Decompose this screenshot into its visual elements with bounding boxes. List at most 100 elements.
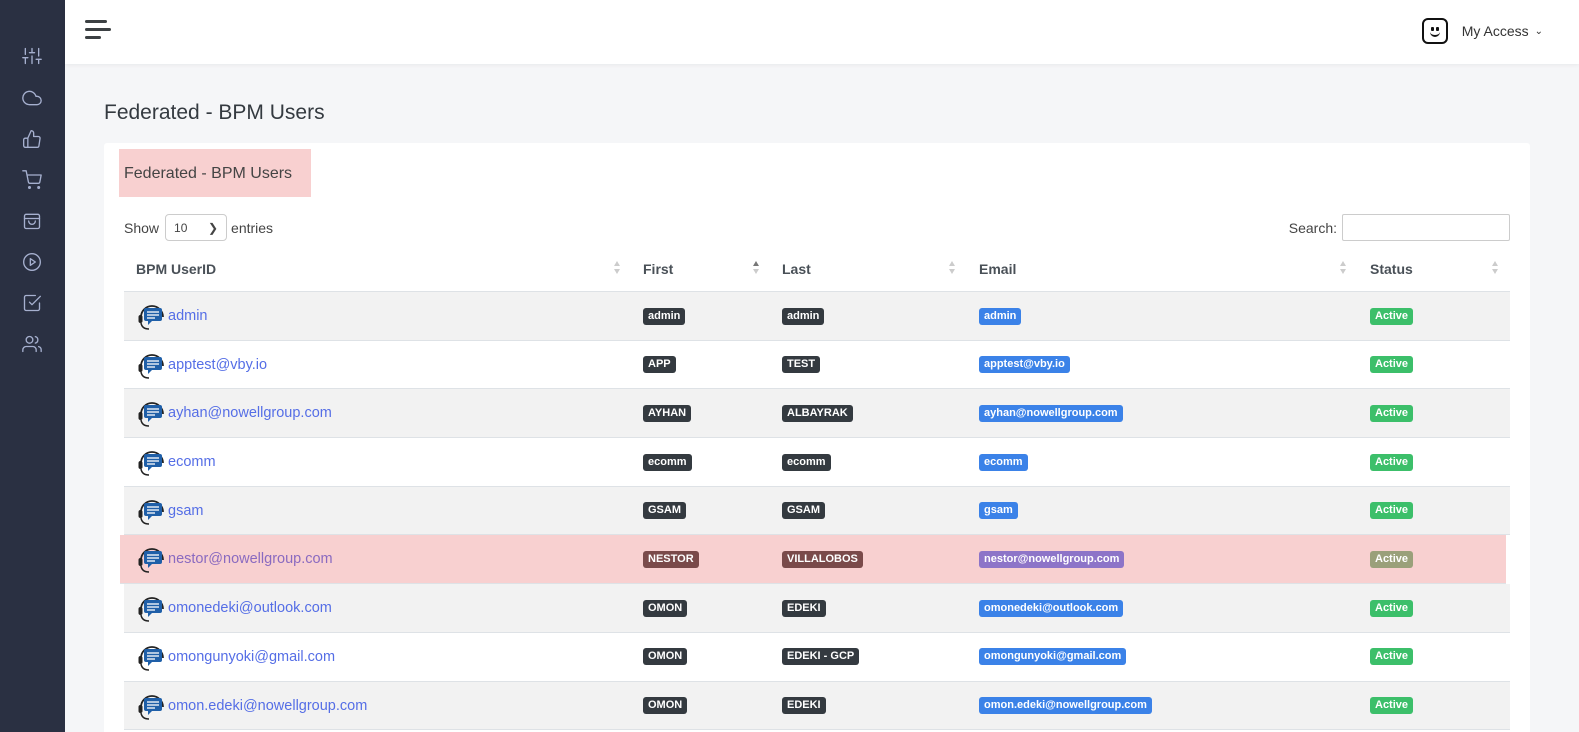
userid-cell: ayhan@nowellgroup.com bbox=[136, 389, 332, 437]
email-cell: omonedeki@outlook.com bbox=[979, 584, 1124, 632]
table-row[interactable]: omonedeki@outlook.com OMON EDEKI omonede… bbox=[124, 584, 1510, 633]
status-badge: Active bbox=[1370, 404, 1414, 422]
first-name-badge: OMON bbox=[643, 599, 688, 617]
userid-link[interactable]: ecomm bbox=[168, 454, 216, 470]
userid-link[interactable]: omon.edeki@nowellgroup.com bbox=[168, 698, 367, 714]
chevron-down-icon: ⌄ bbox=[1534, 25, 1543, 37]
email-badge: omon.edeki@nowellgroup.com bbox=[979, 697, 1152, 714]
cart-icon[interactable] bbox=[20, 168, 44, 192]
email-badge: admin bbox=[979, 307, 1022, 325]
userid-link[interactable]: apptest@vby.io bbox=[168, 357, 267, 373]
table-row[interactable]: apptest@vby.io APP TEST apptest@vby.io A… bbox=[124, 341, 1510, 390]
users-card: Federated - BPM Users Show 10 ❯ entries … bbox=[104, 143, 1530, 732]
status-cell: Active bbox=[1370, 292, 1414, 340]
entries-value: 10 bbox=[174, 220, 188, 235]
column-header-status[interactable]: Status bbox=[1370, 251, 1413, 291]
email-badge: gsam bbox=[979, 502, 1018, 520]
checkbox-icon[interactable] bbox=[20, 291, 44, 315]
search-input[interactable] bbox=[1342, 214, 1510, 241]
userid-cell: nestor@nowellgroup.com bbox=[136, 535, 333, 583]
last-name-badge: ALBAYRAK bbox=[782, 404, 853, 422]
status-badge: Active bbox=[1370, 697, 1414, 714]
topbar: My Access ⌄ bbox=[65, 0, 1579, 64]
last-cell: ALBAYRAK bbox=[782, 389, 853, 437]
sort-ascending-icon[interactable] bbox=[753, 261, 760, 275]
first-name-badge: NESTOR bbox=[643, 550, 699, 568]
userid-link[interactable]: nestor@nowellgroup.com bbox=[168, 551, 333, 567]
column-header-userid[interactable]: BPM UserID bbox=[136, 251, 216, 291]
userid-cell: omon.edeki@nowellgroup.com bbox=[136, 682, 367, 730]
first-cell: OMON bbox=[643, 682, 688, 730]
sort-icon[interactable] bbox=[949, 261, 956, 275]
user-menu[interactable]: My Access ⌄ bbox=[1421, 18, 1543, 44]
users-icon[interactable] bbox=[20, 332, 44, 356]
email-badge: omongunyoki@gmail.com bbox=[979, 648, 1127, 666]
last-cell: GSAM bbox=[782, 487, 825, 535]
table-row[interactable]: nestor@nowellgroup.com NESTOR VILLALOBOS… bbox=[120, 535, 1506, 585]
email-badge: apptest@vby.io bbox=[979, 356, 1070, 374]
card-title: Federated - BPM Users bbox=[124, 165, 293, 182]
table-row[interactable]: omon.edeki@nowellgroup.com OMON EDEKI om… bbox=[124, 681, 1510, 731]
last-name-badge: ecomm bbox=[782, 453, 831, 471]
table-row[interactable]: ecomm ecomm ecomm ecomm Active bbox=[124, 438, 1510, 487]
status-cell: Active bbox=[1370, 584, 1414, 632]
first-name-badge: APP bbox=[643, 356, 676, 374]
first-name-badge: GSAM bbox=[643, 502, 686, 520]
userid-link[interactable]: admin bbox=[168, 308, 208, 324]
userid-link[interactable]: gsam bbox=[168, 503, 203, 519]
status-badge: Active bbox=[1370, 550, 1414, 568]
menu-toggle-icon[interactable] bbox=[85, 20, 111, 42]
column-header-last[interactable]: Last bbox=[782, 251, 811, 291]
userid-cell: gsam bbox=[136, 487, 203, 535]
status-cell: Active bbox=[1370, 438, 1414, 486]
userid-link[interactable]: omonedeki@outlook.com bbox=[168, 600, 332, 616]
table-row[interactable]: ayhan@nowellgroup.com AYHAN ALBAYRAK ayh… bbox=[124, 389, 1510, 439]
table-row[interactable]: admin admin admin admin Active bbox=[124, 292, 1510, 341]
email-cell: admin bbox=[979, 292, 1022, 340]
table-header: BPM UserID First Last Email Status bbox=[124, 251, 1510, 292]
userid-link[interactable]: ayhan@nowellgroup.com bbox=[168, 405, 332, 421]
userid-cell: apptest@vby.io bbox=[136, 341, 267, 389]
first-name-badge: admin bbox=[643, 307, 686, 325]
column-header-label: Email bbox=[979, 261, 1017, 277]
sort-icon[interactable] bbox=[614, 261, 621, 275]
email-cell: omon.edeki@nowellgroup.com bbox=[979, 682, 1152, 730]
smiley-avatar-icon bbox=[1421, 18, 1448, 44]
status-cell: Active bbox=[1370, 487, 1414, 535]
userid-link[interactable]: omongunyoki@gmail.com bbox=[168, 649, 335, 665]
last-cell: VILLALOBOS bbox=[782, 535, 863, 583]
last-cell: EDEKI bbox=[782, 584, 826, 632]
first-cell: admin bbox=[643, 292, 686, 340]
table-row[interactable]: gsam GSAM GSAM gsam Active bbox=[124, 486, 1510, 536]
sort-icon[interactable] bbox=[1492, 261, 1499, 275]
table-row[interactable]: omongunyoki@gmail.com OMON EDEKI - GCP o… bbox=[124, 633, 1510, 682]
column-header-email[interactable]: Email bbox=[979, 251, 1016, 291]
sort-icon[interactable] bbox=[1340, 261, 1347, 275]
column-header-first[interactable]: First bbox=[643, 251, 673, 291]
sliders-icon[interactable] bbox=[20, 44, 44, 68]
last-name-badge: VILLALOBOS bbox=[782, 550, 863, 568]
email-cell: ecomm bbox=[979, 438, 1028, 486]
first-name-badge: ecomm bbox=[643, 453, 692, 471]
cloud-icon[interactable] bbox=[20, 86, 44, 110]
entries-length-control: Show 10 ❯ entries bbox=[124, 214, 273, 241]
column-header-label: First bbox=[643, 261, 674, 277]
last-cell: ecomm bbox=[782, 438, 831, 486]
support-chat-icon bbox=[138, 402, 164, 428]
support-chat-icon bbox=[138, 353, 164, 379]
first-cell: AYHAN bbox=[643, 389, 692, 437]
thumbs-up-icon[interactable] bbox=[20, 127, 44, 151]
email-badge: omonedeki@outlook.com bbox=[979, 599, 1124, 617]
chevron-down-icon: ❯ bbox=[207, 220, 219, 235]
last-cell: TEST bbox=[782, 341, 821, 389]
last-name-badge: TEST bbox=[782, 356, 821, 374]
entries-select[interactable]: 10 ❯ bbox=[165, 214, 228, 241]
first-cell: NESTOR bbox=[643, 535, 699, 583]
support-chat-icon bbox=[138, 305, 164, 330]
support-chat-icon bbox=[138, 499, 164, 525]
shopping-bag-icon[interactable] bbox=[20, 209, 44, 233]
first-cell: APP bbox=[643, 341, 676, 389]
last-name-badge: EDEKI bbox=[782, 697, 826, 714]
support-chat-icon bbox=[138, 548, 164, 574]
play-circle-icon[interactable] bbox=[20, 250, 44, 274]
